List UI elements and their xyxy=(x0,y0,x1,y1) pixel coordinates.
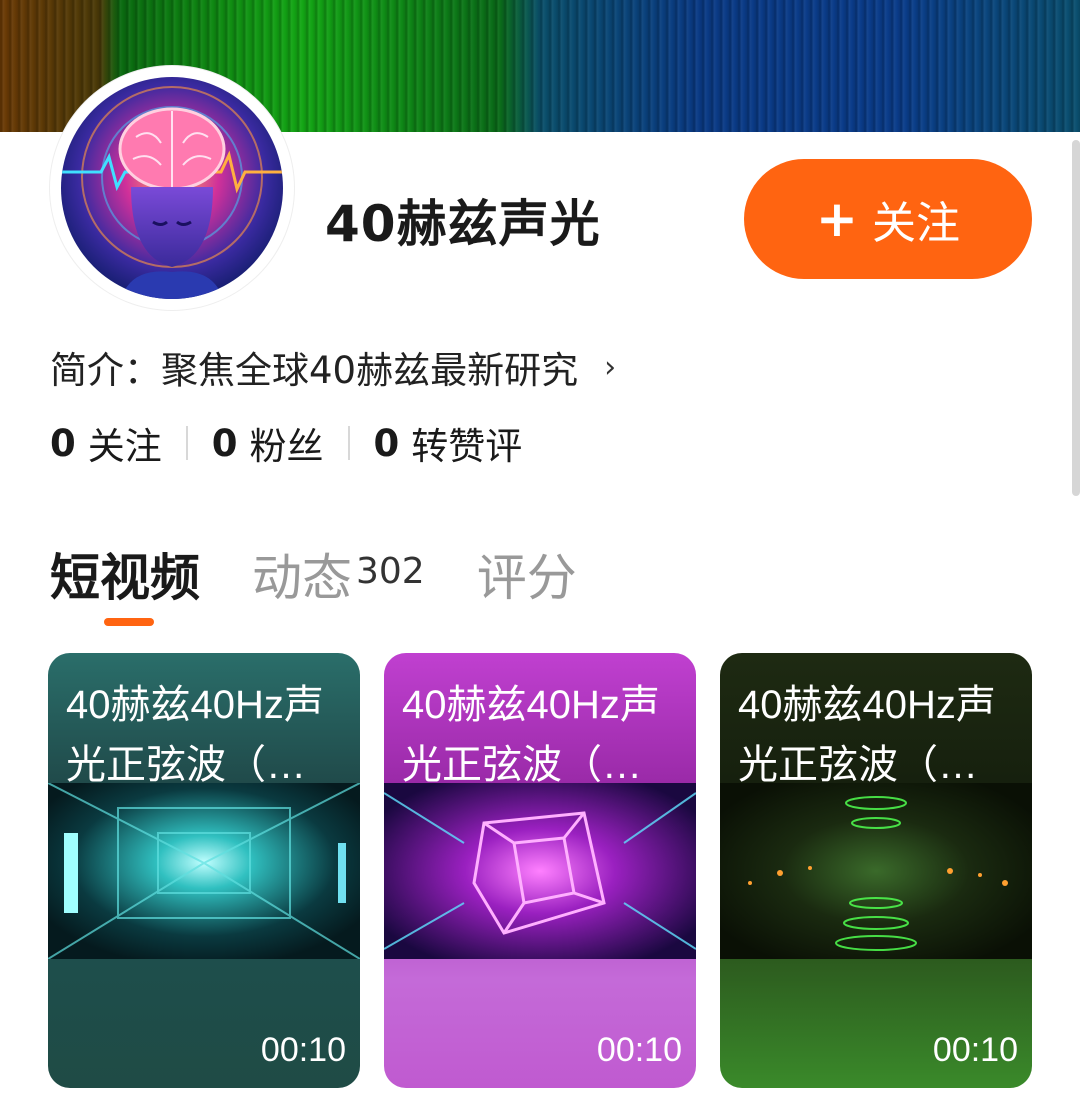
stat-followers-value: 0 xyxy=(211,421,238,465)
video-card[interactable]: 40赫兹40Hz声光正弦波（… 00:10 xyxy=(48,653,360,1088)
video-duration: 00:10 xyxy=(596,1031,682,1069)
divider xyxy=(185,426,188,460)
video-thumbnail xyxy=(720,783,1032,959)
stat-likes-label: 转赞评 xyxy=(411,425,523,468)
video-thumbnail xyxy=(384,783,696,959)
stat-followers[interactable]: 0 粉丝 xyxy=(212,416,324,470)
profile-stats: 0 关注 0 粉丝 0 转赞评 xyxy=(50,416,522,470)
profile-tabs: 短视频 动态 302 评分 xyxy=(50,538,629,610)
profile-bio[interactable]: 简介：聚焦全球40赫兹最新研究 › xyxy=(50,340,616,394)
scrollbar[interactable] xyxy=(1072,140,1080,496)
stat-following-value: 0 xyxy=(50,421,76,465)
avatar[interactable] xyxy=(61,77,283,299)
tab-short-video[interactable]: 短视频 xyxy=(50,538,200,610)
chevron-right-icon: › xyxy=(604,349,617,385)
divider xyxy=(347,426,350,460)
stat-following[interactable]: 0 关注 xyxy=(50,416,162,470)
plus-icon: + xyxy=(816,190,858,248)
follow-button[interactable]: + 关注 xyxy=(744,159,1032,279)
video-title: 40赫兹40Hz声光正弦波（… xyxy=(402,683,660,787)
bio-text: 简介：聚焦全球40赫兹最新研究 xyxy=(50,349,579,392)
stat-followers-label: 粉丝 xyxy=(249,425,324,468)
tab-posts-count: 302 xyxy=(356,551,425,592)
stat-likes-value: 0 xyxy=(373,421,400,465)
tab-ratings-label: 评分 xyxy=(476,549,577,607)
stat-following-label: 关注 xyxy=(87,425,162,468)
stat-likes[interactable]: 0 转赞评 xyxy=(374,416,523,470)
video-title: 40赫兹40Hz声光正弦波（… xyxy=(66,683,324,787)
video-title: 40赫兹40Hz声光正弦波（… xyxy=(738,683,996,787)
video-duration: 00:10 xyxy=(260,1031,346,1069)
profile-name: 40赫兹声光 xyxy=(325,195,601,253)
tab-short-video-label: 短视频 xyxy=(50,549,200,607)
video-card[interactable]: 40赫兹40Hz声光正弦波（… 00:10 xyxy=(720,653,1032,1088)
video-thumbnail xyxy=(48,783,360,959)
video-duration: 00:10 xyxy=(932,1031,1018,1069)
follow-button-label: 关注 xyxy=(871,198,960,249)
active-tab-indicator xyxy=(104,618,154,626)
tab-posts-label: 动态 xyxy=(252,549,352,607)
video-grid: 40赫兹40Hz声光正弦波（… 00:10 40赫兹40Hz声光正弦波（… 00… xyxy=(48,653,1032,1088)
tab-posts[interactable]: 动态 302 xyxy=(252,538,425,610)
video-card[interactable]: 40赫兹40Hz声光正弦波（… 00:10 xyxy=(384,653,696,1088)
tab-ratings[interactable]: 评分 xyxy=(477,538,577,610)
